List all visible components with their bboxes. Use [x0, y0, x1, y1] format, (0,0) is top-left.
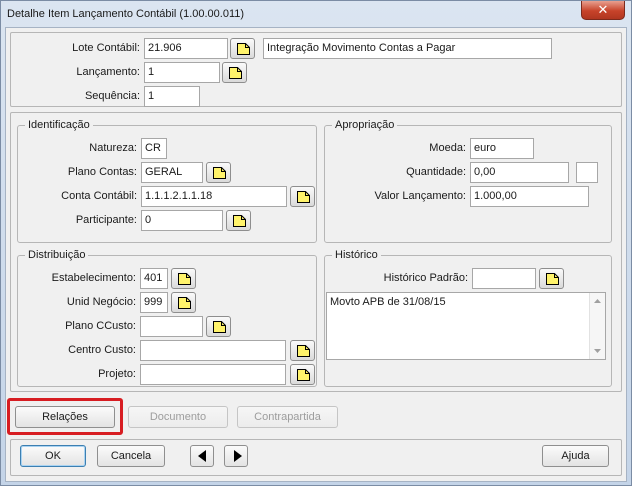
participante-field[interactable]: 0	[141, 210, 223, 231]
conta-contabil-field[interactable]: 1.1.1.2.1.1.18	[141, 186, 287, 207]
dialog-window: Detalhe Item Lançamento Contábil (1.00.0…	[0, 0, 632, 486]
quantidade-label: Quantidade:	[406, 166, 466, 178]
identificacao-legend: Identificação	[25, 118, 93, 132]
conta-contabil-label: Conta Contábil:	[61, 190, 137, 202]
historico-padrao-zoom-button[interactable]	[539, 268, 564, 289]
estabelecimento-zoom-button[interactable]	[171, 268, 196, 289]
title-bar[interactable]: Detalhe Item Lançamento Contábil (1.00.0…	[1, 1, 631, 27]
projeto-label: Projeto:	[98, 368, 136, 380]
lote-description-field: Integração Movimento Contas a Pagar	[263, 38, 552, 59]
zoom-icon	[237, 43, 250, 55]
relacoes-highlight	[7, 398, 123, 435]
historico-padrao-field[interactable]	[472, 268, 536, 289]
moeda-field[interactable]: euro	[470, 138, 534, 159]
historico-scrollbar[interactable]	[589, 293, 605, 359]
historico-legend: Histórico	[332, 248, 381, 262]
lancamento-label: Lançamento:	[76, 66, 140, 78]
plano-ccusto-field[interactable]	[140, 316, 203, 337]
arrow-left-icon	[198, 450, 206, 462]
unid-negocio-label: Unid Negócio:	[66, 296, 136, 308]
natureza-field[interactable]: CR	[141, 138, 167, 159]
zoom-icon	[213, 167, 226, 179]
sequencia-field[interactable]: 1	[144, 86, 200, 107]
scroll-down-icon	[594, 349, 601, 353]
zoom-icon	[213, 321, 226, 333]
zoom-icon	[233, 215, 246, 227]
contrapartida-button[interactable]: Contrapartida	[237, 406, 338, 428]
plano-contas-label: Plano Contas:	[67, 166, 137, 178]
moeda-label: Moeda:	[429, 142, 466, 154]
lancamento-zoom-button[interactable]	[222, 62, 247, 83]
window-title: Detalhe Item Lançamento Contábil (1.00.0…	[7, 8, 245, 20]
centro-custo-zoom-button[interactable]	[290, 340, 315, 361]
conta-contabil-zoom-button[interactable]	[290, 186, 315, 207]
ajuda-button[interactable]: Ajuda	[542, 445, 609, 467]
unid-negocio-zoom-button[interactable]	[171, 292, 196, 313]
lote-contabil-label: Lote Contábil:	[72, 42, 140, 54]
cancela-button[interactable]: Cancela	[97, 445, 165, 467]
dialog-body: Lote Contábil: 21.906 Integração Movimen…	[5, 27, 627, 482]
quantidade-unit-field[interactable]	[576, 162, 598, 183]
estabelecimento-field[interactable]: 401	[140, 268, 168, 289]
historico-text-area[interactable]: Movto APB de 31/08/15	[326, 292, 606, 360]
arrow-right-icon	[234, 450, 242, 462]
lote-zoom-button[interactable]	[230, 38, 255, 59]
zoom-icon	[178, 297, 191, 309]
historico-padrao-label: Histórico Padrão:	[383, 272, 468, 284]
valor-lancamento-label: Valor Lançamento:	[374, 190, 466, 202]
scroll-up-icon	[594, 299, 601, 303]
natureza-label: Natureza:	[89, 142, 137, 154]
zoom-icon	[546, 273, 559, 285]
lancamento-field[interactable]: 1	[144, 62, 220, 83]
zoom-icon	[297, 191, 310, 203]
documento-button[interactable]: Documento	[128, 406, 228, 428]
plano-ccusto-label: Plano CCusto:	[65, 320, 136, 332]
next-button[interactable]	[224, 445, 248, 467]
centro-custo-field[interactable]	[140, 340, 286, 361]
estabelecimento-label: Estabelecimento:	[51, 272, 136, 284]
zoom-icon	[178, 273, 191, 285]
historico-text: Movto APB de 31/08/15	[330, 296, 446, 308]
plano-contas-field[interactable]: GERAL	[141, 162, 203, 183]
valor-lancamento-field[interactable]: 1.000,00	[470, 186, 589, 207]
apropriacao-legend: Apropriação	[332, 118, 398, 132]
participante-label: Participante:	[75, 214, 137, 226]
quantidade-field[interactable]: 0,00	[470, 162, 569, 183]
projeto-field[interactable]	[140, 364, 286, 385]
close-button[interactable]: ✕	[581, 1, 625, 20]
sequencia-label: Sequência:	[84, 90, 140, 102]
distribuicao-legend: Distribuição	[25, 248, 89, 262]
plano-ccusto-zoom-button[interactable]	[206, 316, 231, 337]
previous-button[interactable]	[190, 445, 214, 467]
ok-button[interactable]: OK	[20, 445, 86, 467]
projeto-zoom-button[interactable]	[290, 364, 315, 385]
participante-zoom-button[interactable]	[226, 210, 251, 231]
plano-contas-zoom-button[interactable]	[206, 162, 231, 183]
zoom-icon	[297, 345, 310, 357]
close-icon: ✕	[597, 2, 609, 17]
lote-contabil-field[interactable]: 21.906	[144, 38, 228, 59]
centro-custo-label: Centro Custo:	[68, 344, 136, 356]
unid-negocio-field[interactable]: 999	[140, 292, 168, 313]
zoom-icon	[297, 369, 310, 381]
zoom-icon	[229, 67, 242, 79]
